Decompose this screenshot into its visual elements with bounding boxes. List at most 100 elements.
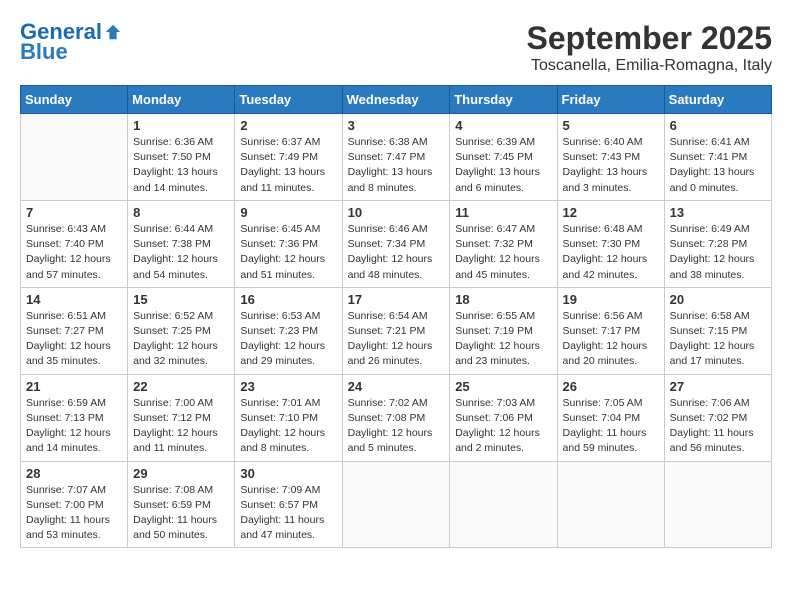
day-info: Sunrise: 6:45 AMSunset: 7:36 PMDaylight:… — [240, 222, 336, 283]
calendar-cell: 20 Sunrise: 6:58 AMSunset: 7:15 PMDayligh… — [664, 287, 771, 374]
calendar-table: SundayMondayTuesdayWednesdayThursdayFrid… — [20, 85, 772, 548]
calendar-cell: 14Sunrise: 6:51 AMSunset: 7:27 PMDayligh… — [21, 287, 128, 374]
title-block: September 2025 Toscanella, Emilia-Romagn… — [527, 20, 772, 75]
day-number: 30 — [240, 466, 336, 481]
calendar-cell — [557, 461, 664, 548]
day-number: 21 — [26, 379, 122, 394]
logo-blue-text: Blue — [20, 40, 68, 64]
day-info: Sunrise: 7:05 AMSunset: 7:04 PMDaylight:… — [563, 396, 659, 457]
day-info: Sunrise: 6:41 AMSunset: 7:41 PMDaylight:… — [670, 135, 766, 196]
calendar-cell: 24 Sunrise: 7:02 AMSunset: 7:08 PMDayligh… — [342, 374, 450, 461]
calendar-header-row: SundayMondayTuesdayWednesdayThursdayFrid… — [21, 86, 772, 114]
day-info: Sunrise: 6:53 AMSunset: 7:23 PMDaylight:… — [240, 309, 336, 370]
day-number: 23 — [240, 379, 336, 394]
day-info: Sunrise: 7:08 AMSunset: 6:59 PMDaylight:… — [133, 483, 229, 544]
calendar-cell: 29 Sunrise: 7:08 AMSunset: 6:59 PMDayligh… — [128, 461, 235, 548]
calendar-cell: 7 Sunrise: 6:43 AMSunset: 7:40 PMDaylight… — [21, 200, 128, 287]
day-info: Sunrise: 6:40 AMSunset: 7:43 PMDaylight:… — [563, 135, 659, 196]
day-of-week-header: Saturday — [664, 86, 771, 114]
day-info: Sunrise: 7:02 AMSunset: 7:08 PMDaylight:… — [348, 396, 445, 457]
calendar-cell: 12 Sunrise: 6:48 AMSunset: 7:30 PMDayligh… — [557, 200, 664, 287]
day-info: Sunrise: 6:51 AMSunset: 7:27 PMDaylight:… — [26, 309, 122, 370]
day-number: 9 — [240, 205, 336, 220]
logo-icon — [104, 23, 122, 41]
week-row: 1Sunrise: 6:36 AMSunset: 7:50 PMDaylight… — [21, 114, 772, 201]
day-info: Sunrise: 6:47 AMSunset: 7:32 PMDaylight:… — [455, 222, 551, 283]
calendar-cell: 27 Sunrise: 7:06 AMSunset: 7:02 PMDayligh… — [664, 374, 771, 461]
day-info: Sunrise: 7:06 AMSunset: 7:02 PMDaylight:… — [670, 396, 766, 457]
day-of-week-header: Tuesday — [235, 86, 342, 114]
calendar-cell: 8Sunrise: 6:44 AMSunset: 7:38 PMDaylight… — [128, 200, 235, 287]
day-number: 27 — [670, 379, 766, 394]
day-info: Sunrise: 7:03 AMSunset: 7:06 PMDaylight:… — [455, 396, 551, 457]
day-info: Sunrise: 6:54 AMSunset: 7:21 PMDaylight:… — [348, 309, 445, 370]
day-number: 24 — [348, 379, 445, 394]
day-number: 20 — [670, 292, 766, 307]
day-info: Sunrise: 6:46 AMSunset: 7:34 PMDaylight:… — [348, 222, 445, 283]
day-info: Sunrise: 6:36 AMSunset: 7:50 PMDaylight:… — [133, 135, 229, 196]
day-number: 4 — [455, 118, 551, 133]
calendar-cell: 5 Sunrise: 6:40 AMSunset: 7:43 PMDaylight… — [557, 114, 664, 201]
calendar-cell: 4 Sunrise: 6:39 AMSunset: 7:45 PMDaylight… — [450, 114, 557, 201]
day-info: Sunrise: 7:00 AMSunset: 7:12 PMDaylight:… — [133, 396, 229, 457]
day-of-week-header: Sunday — [21, 86, 128, 114]
day-info: Sunrise: 6:58 AMSunset: 7:15 PMDaylight:… — [670, 309, 766, 370]
day-number: 11 — [455, 205, 551, 220]
calendar-cell: 15Sunrise: 6:52 AMSunset: 7:25 PMDayligh… — [128, 287, 235, 374]
month-title: September 2025 — [527, 20, 772, 57]
calendar-cell: 2Sunrise: 6:37 AMSunset: 7:49 PMDaylight… — [235, 114, 342, 201]
calendar-cell — [342, 461, 450, 548]
calendar-cell: 26Sunrise: 7:05 AMSunset: 7:04 PMDayligh… — [557, 374, 664, 461]
day-number: 6 — [670, 118, 766, 133]
calendar-cell: 30 Sunrise: 7:09 AMSunset: 6:57 PMDayligh… — [235, 461, 342, 548]
calendar-cell: 3 Sunrise: 6:38 AMSunset: 7:47 PMDaylight… — [342, 114, 450, 201]
day-number: 19 — [563, 292, 659, 307]
week-row: 21 Sunrise: 6:59 AMSunset: 7:13 PMDayligh… — [21, 374, 772, 461]
calendar-cell: 10 Sunrise: 6:46 AMSunset: 7:34 PMDayligh… — [342, 200, 450, 287]
page-header: General Blue September 2025 Toscanella, … — [20, 20, 772, 75]
day-info: Sunrise: 6:49 AMSunset: 7:28 PMDaylight:… — [670, 222, 766, 283]
day-info: Sunrise: 6:39 AMSunset: 7:45 PMDaylight:… — [455, 135, 551, 196]
day-number: 18 — [455, 292, 551, 307]
day-number: 16 — [240, 292, 336, 307]
calendar-cell: 19 Sunrise: 6:56 AMSunset: 7:17 PMDayligh… — [557, 287, 664, 374]
calendar-cell: 25 Sunrise: 7:03 AMSunset: 7:06 PMDayligh… — [450, 374, 557, 461]
day-info: Sunrise: 6:55 AMSunset: 7:19 PMDaylight:… — [455, 309, 551, 370]
day-info: Sunrise: 6:43 AMSunset: 7:40 PMDaylight:… — [26, 222, 122, 283]
calendar-cell: 9 Sunrise: 6:45 AMSunset: 7:36 PMDaylight… — [235, 200, 342, 287]
calendar-cell — [21, 114, 128, 201]
day-number: 12 — [563, 205, 659, 220]
day-number: 17 — [348, 292, 445, 307]
calendar-cell: 16 Sunrise: 6:53 AMSunset: 7:23 PMDayligh… — [235, 287, 342, 374]
day-info: Sunrise: 7:07 AMSunset: 7:00 PMDaylight:… — [26, 483, 122, 544]
day-number: 8 — [133, 205, 229, 220]
day-number: 29 — [133, 466, 229, 481]
day-number: 7 — [26, 205, 122, 220]
day-number: 10 — [348, 205, 445, 220]
day-info: Sunrise: 7:09 AMSunset: 6:57 PMDaylight:… — [240, 483, 336, 544]
calendar-cell: 17 Sunrise: 6:54 AMSunset: 7:21 PMDayligh… — [342, 287, 450, 374]
day-info: Sunrise: 6:48 AMSunset: 7:30 PMDaylight:… — [563, 222, 659, 283]
day-number: 25 — [455, 379, 551, 394]
calendar-cell: 28 Sunrise: 7:07 AMSunset: 7:00 PMDayligh… — [21, 461, 128, 548]
day-info: Sunrise: 6:56 AMSunset: 7:17 PMDaylight:… — [563, 309, 659, 370]
day-number: 5 — [563, 118, 659, 133]
calendar-cell — [664, 461, 771, 548]
week-row: 28 Sunrise: 7:07 AMSunset: 7:00 PMDayligh… — [21, 461, 772, 548]
day-number: 28 — [26, 466, 122, 481]
day-info: Sunrise: 7:01 AMSunset: 7:10 PMDaylight:… — [240, 396, 336, 457]
day-info: Sunrise: 6:38 AMSunset: 7:47 PMDaylight:… — [348, 135, 445, 196]
day-number: 3 — [348, 118, 445, 133]
day-info: Sunrise: 6:59 AMSunset: 7:13 PMDaylight:… — [26, 396, 122, 457]
day-info: Sunrise: 6:37 AMSunset: 7:49 PMDaylight:… — [240, 135, 336, 196]
calendar-cell: 11 Sunrise: 6:47 AMSunset: 7:32 PMDayligh… — [450, 200, 557, 287]
day-number: 15 — [133, 292, 229, 307]
calendar-cell: 1Sunrise: 6:36 AMSunset: 7:50 PMDaylight… — [128, 114, 235, 201]
calendar-cell: 13 Sunrise: 6:49 AMSunset: 7:28 PMDayligh… — [664, 200, 771, 287]
day-of-week-header: Monday — [128, 86, 235, 114]
day-of-week-header: Friday — [557, 86, 664, 114]
week-row: 14Sunrise: 6:51 AMSunset: 7:27 PMDayligh… — [21, 287, 772, 374]
week-row: 7 Sunrise: 6:43 AMSunset: 7:40 PMDaylight… — [21, 200, 772, 287]
logo: General Blue — [20, 20, 124, 64]
day-number: 13 — [670, 205, 766, 220]
